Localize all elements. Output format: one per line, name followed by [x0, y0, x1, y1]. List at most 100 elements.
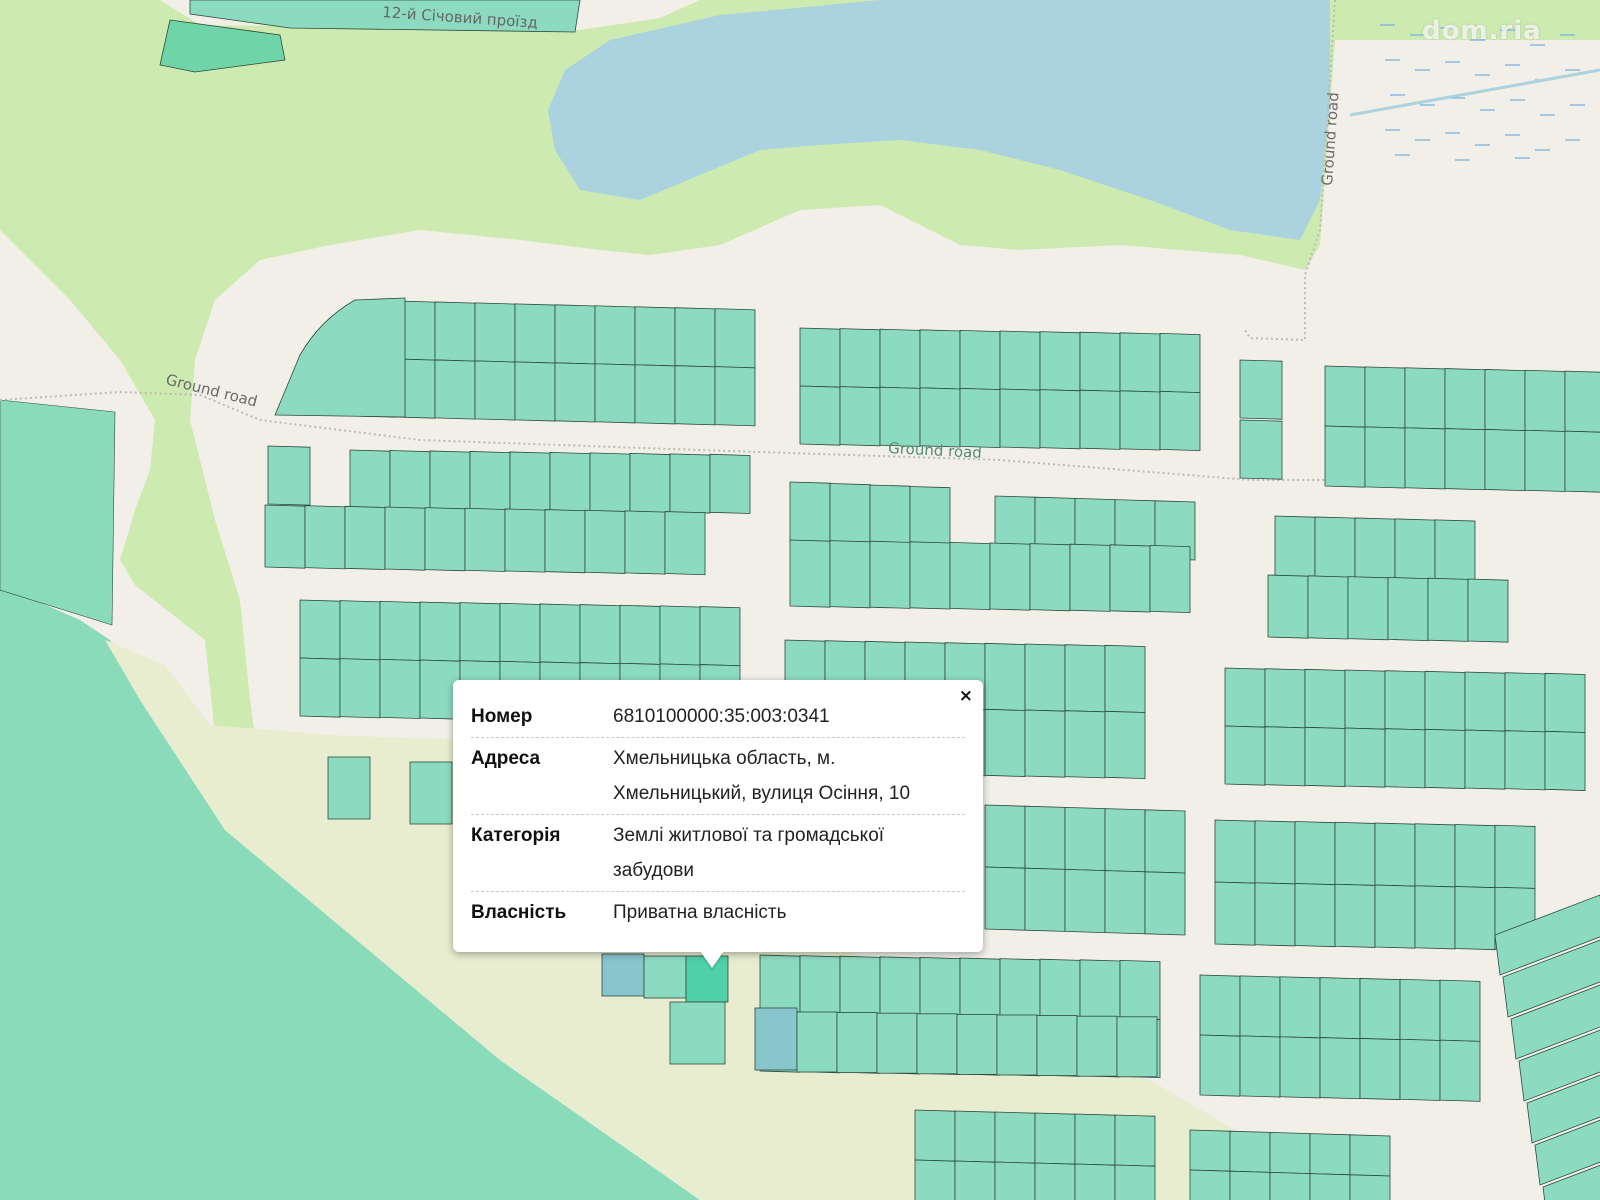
land-parcel[interactable] — [984, 642, 1026, 711]
land-parcel[interactable] — [1024, 643, 1066, 712]
land-parcel[interactable] — [659, 605, 701, 666]
land-parcel[interactable] — [1494, 824, 1536, 889]
land-parcel[interactable] — [554, 362, 596, 423]
land-parcel[interactable] — [1484, 369, 1526, 432]
land-parcel[interactable] — [1229, 1130, 1271, 1173]
land-parcel[interactable] — [869, 540, 911, 609]
land-parcel[interactable] — [1114, 1164, 1156, 1200]
land-parcel[interactable] — [1029, 543, 1071, 612]
land-parcel[interactable] — [1344, 669, 1386, 730]
land-parcel[interactable] — [1279, 1036, 1321, 1099]
land-parcel[interactable] — [796, 1011, 838, 1073]
land-parcel[interactable] — [1239, 359, 1283, 420]
land-parcel[interactable] — [1264, 726, 1306, 787]
land-parcel[interactable] — [829, 540, 871, 609]
land-parcel[interactable] — [1079, 331, 1121, 392]
land-parcel[interactable] — [1324, 365, 1366, 428]
land-parcel[interactable] — [1394, 518, 1436, 581]
land-parcel[interactable] — [996, 1014, 1038, 1076]
land-parcel[interactable] — [909, 486, 951, 549]
land-parcel[interactable] — [949, 541, 991, 611]
land-parcel[interactable] — [267, 445, 311, 506]
land-parcel[interactable] — [1214, 881, 1256, 946]
land-parcel[interactable] — [984, 804, 1026, 869]
land-parcel[interactable] — [1269, 1131, 1311, 1175]
land-parcel[interactable] — [759, 954, 801, 1015]
land-parcel[interactable] — [264, 504, 306, 569]
land-parcel[interactable] — [1254, 820, 1296, 885]
land-parcel[interactable] — [919, 387, 961, 448]
map-canvas[interactable]: 12-й Січовий проїзд Ground road Ground r… — [0, 0, 1600, 1200]
close-icon[interactable]: × — [959, 688, 973, 705]
land-parcel[interactable] — [579, 604, 621, 665]
land-parcel[interactable] — [1434, 519, 1476, 582]
land-parcel[interactable] — [1119, 959, 1161, 1021]
land-parcel[interactable] — [1294, 821, 1336, 886]
land-parcel[interactable] — [1384, 670, 1426, 731]
land-parcel[interactable] — [959, 957, 1001, 1018]
land-parcel[interactable] — [419, 601, 461, 662]
land-parcel[interactable] — [999, 958, 1041, 1019]
land-parcel[interactable] — [299, 599, 341, 660]
land-parcel[interactable] — [879, 328, 921, 389]
land-parcel[interactable] — [789, 539, 831, 608]
land-parcel[interactable] — [1359, 1038, 1401, 1101]
land-parcel[interactable] — [1079, 389, 1121, 450]
land-parcel[interactable] — [1074, 1113, 1116, 1166]
land-parcel[interactable] — [1307, 575, 1349, 640]
land-parcel[interactable] — [1309, 1133, 1351, 1176]
land-parcel[interactable] — [1149, 544, 1191, 614]
land-parcel[interactable] — [434, 301, 476, 362]
land-parcel[interactable] — [799, 955, 841, 1016]
land-parcel[interactable] — [1354, 517, 1396, 580]
land-parcel[interactable] — [1224, 667, 1266, 728]
land-parcel[interactable] — [379, 600, 421, 661]
land-parcel[interactable] — [1034, 1112, 1076, 1165]
land-parcel[interactable] — [1024, 867, 1066, 932]
land-parcel[interactable] — [1199, 974, 1241, 1037]
land-parcel[interactable] — [464, 507, 506, 572]
land-parcel[interactable] — [299, 657, 341, 718]
land-parcel[interactable] — [514, 303, 556, 364]
land-parcel[interactable] — [836, 1012, 878, 1073]
land-parcel[interactable] — [1384, 728, 1426, 789]
land-parcel[interactable] — [1504, 730, 1546, 791]
land-parcel[interactable] — [669, 1001, 726, 1065]
land-parcel[interactable] — [1334, 883, 1376, 948]
land-parcel[interactable] — [839, 328, 881, 389]
land-parcel[interactable] — [1399, 1038, 1441, 1101]
land-parcel[interactable] — [1034, 1162, 1076, 1200]
land-parcel[interactable] — [1294, 883, 1336, 948]
land-parcel[interactable] — [839, 955, 881, 1016]
land-parcel[interactable] — [629, 452, 671, 513]
land-parcel[interactable] — [434, 359, 476, 420]
land-parcel[interactable] — [1444, 428, 1486, 491]
land-parcel[interactable] — [1564, 370, 1600, 433]
land-parcel[interactable] — [339, 658, 381, 719]
land-parcel[interactable] — [474, 302, 516, 363]
land-parcel[interactable] — [514, 361, 556, 422]
land-parcel[interactable] — [1399, 978, 1441, 1041]
land-parcel[interactable] — [1074, 1163, 1116, 1200]
land-parcel[interactable] — [1424, 670, 1466, 731]
land-parcel[interactable] — [1304, 726, 1346, 787]
land-parcel[interactable] — [1464, 671, 1506, 732]
land-parcel[interactable] — [1079, 959, 1121, 1020]
land-parcel[interactable] — [634, 306, 676, 367]
land-parcel[interactable] — [1359, 978, 1401, 1041]
land-parcel[interactable] — [584, 509, 626, 574]
land-parcel[interactable] — [1159, 332, 1201, 394]
land-parcel[interactable] — [1454, 824, 1496, 889]
land-parcel[interactable] — [554, 304, 596, 365]
land-parcel[interactable] — [1334, 821, 1376, 886]
land-parcel[interactable] — [389, 450, 431, 511]
land-parcel[interactable] — [1159, 390, 1201, 452]
land-parcel[interactable] — [914, 1159, 956, 1200]
land-parcel[interactable] — [1444, 368, 1486, 431]
land-parcel[interactable] — [1279, 976, 1321, 1039]
land-parcel[interactable] — [984, 866, 1026, 931]
land-parcel[interactable] — [499, 602, 541, 663]
land-parcel[interactable] — [954, 1160, 996, 1200]
land-parcel[interactable] — [789, 481, 831, 544]
land-parcel[interactable] — [1544, 730, 1586, 791]
